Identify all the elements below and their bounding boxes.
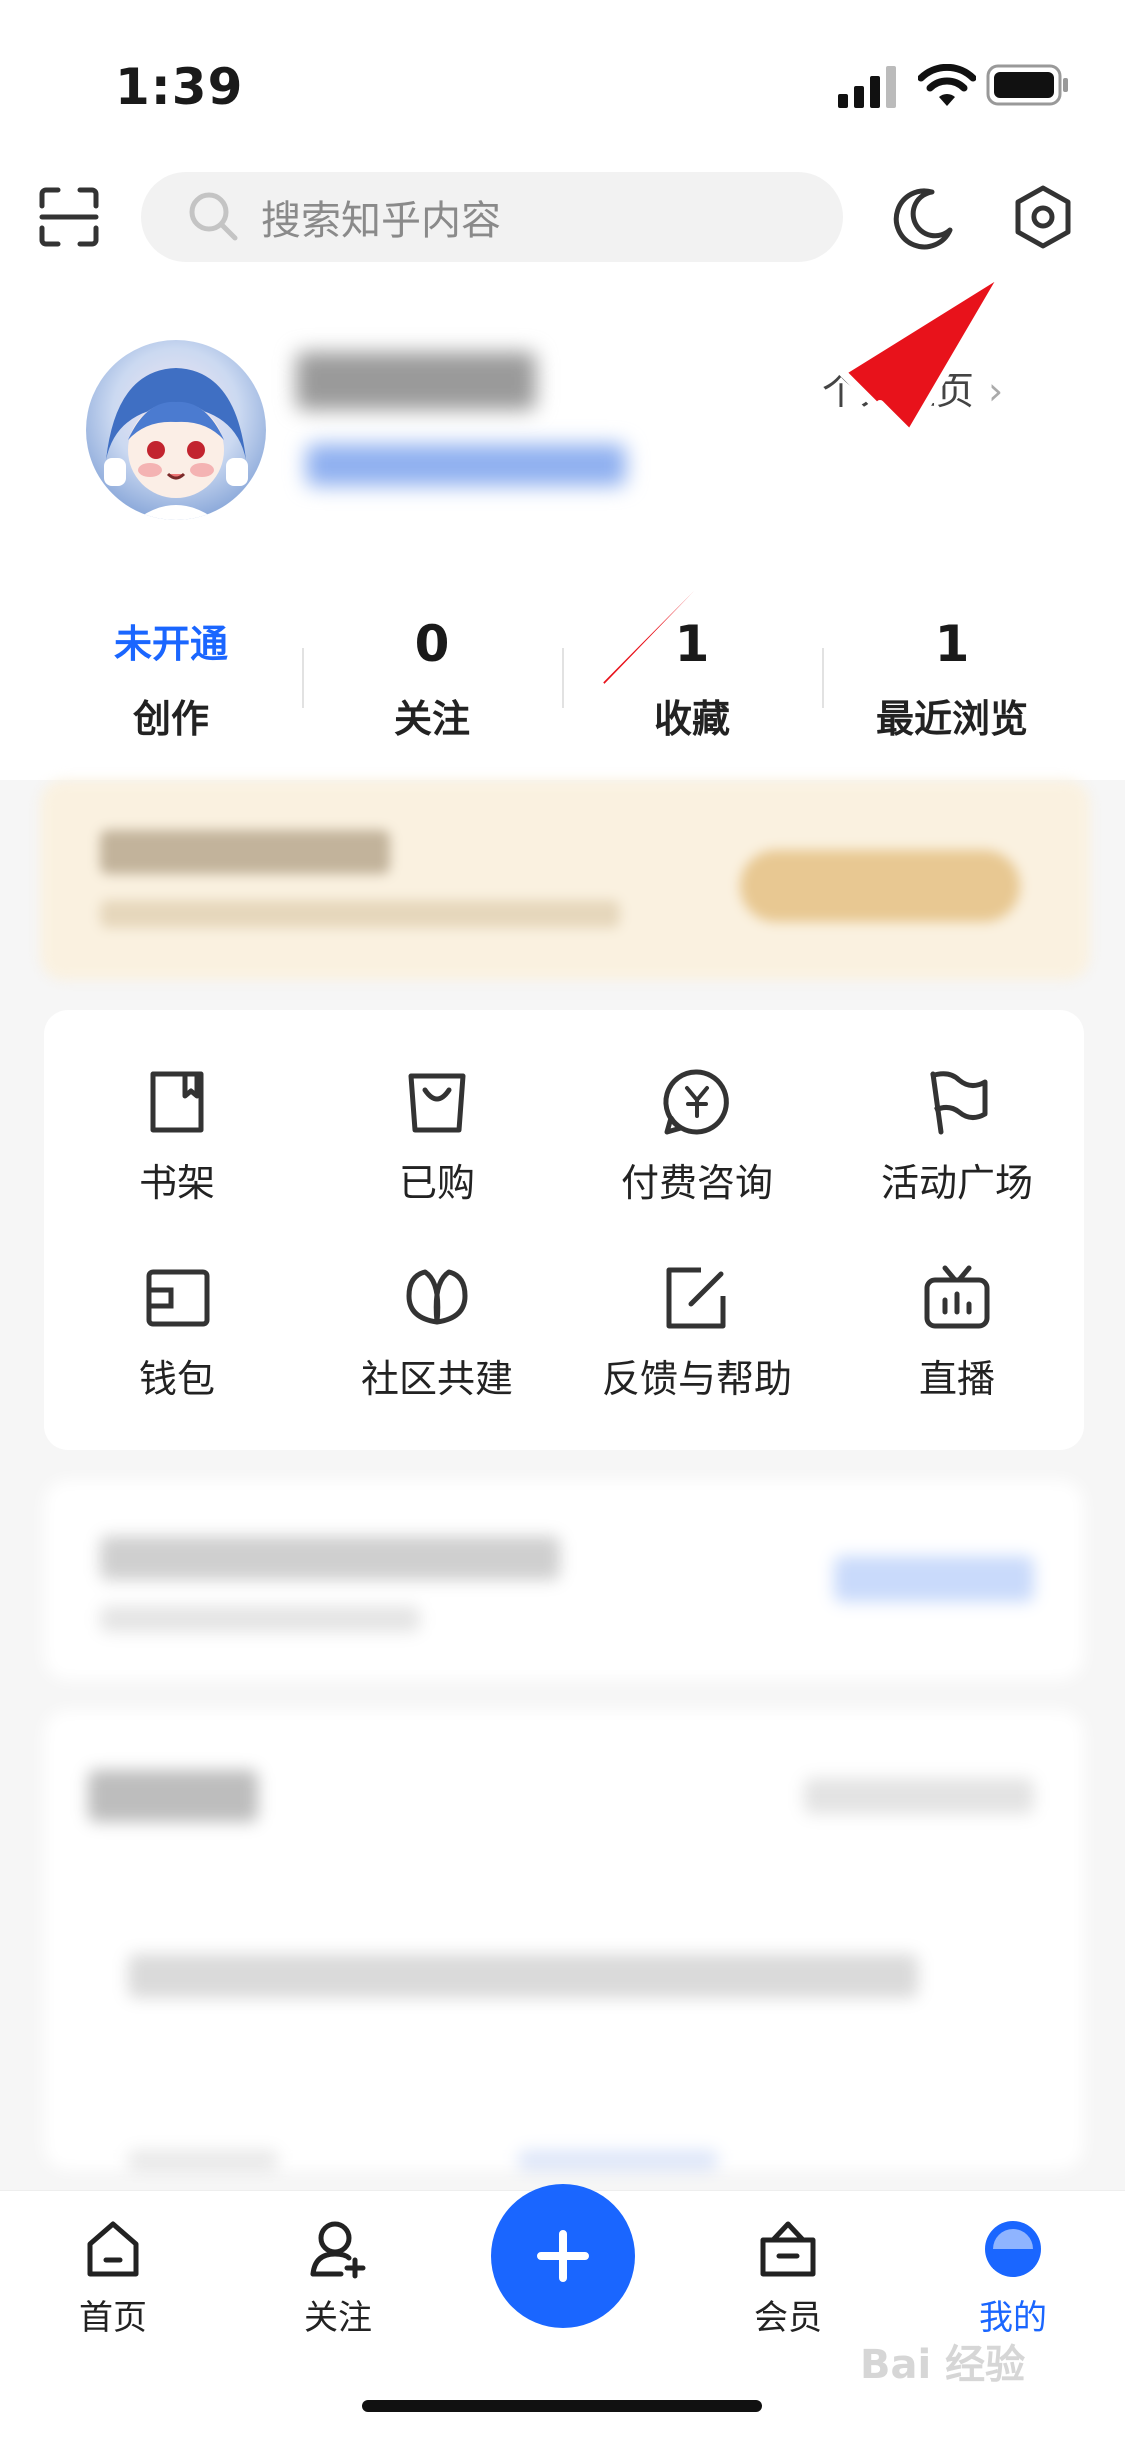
homepage-link-label: 个人主页 bbox=[822, 369, 975, 413]
search-input[interactable]: 搜索知乎内容 bbox=[141, 172, 843, 262]
night-mode-icon[interactable] bbox=[892, 186, 956, 250]
scan-icon[interactable] bbox=[38, 186, 100, 248]
grid-item-events[interactable]: 活动广场 bbox=[837, 1066, 1077, 1207]
grid-item-label: 社区共建 bbox=[360, 1357, 513, 1401]
blurred-card[interactable] bbox=[44, 1710, 1084, 2170]
stat-value: 未开通 bbox=[113, 622, 228, 666]
wifi-icon bbox=[918, 64, 976, 106]
grid-item-label: 付费咨询 bbox=[620, 1161, 773, 1205]
stat-favorites[interactable]: 1 收藏 bbox=[592, 612, 792, 743]
stat-value: 0 bbox=[414, 615, 450, 673]
grid-item-label: 直播 bbox=[918, 1357, 995, 1401]
nav-following[interactable]: 关注 bbox=[258, 2218, 418, 2339]
battery-icon bbox=[986, 64, 1068, 106]
grid-item-label: 已购 bbox=[398, 1161, 475, 1205]
wallet-icon bbox=[146, 1269, 210, 1327]
stat-value: 1 bbox=[934, 615, 970, 673]
status-time: 1:39 bbox=[115, 58, 244, 116]
tv-icon bbox=[924, 1265, 990, 1329]
avatar[interactable] bbox=[86, 340, 266, 520]
nav-label: 会员 bbox=[754, 2298, 822, 2338]
grid-item-live[interactable]: 直播 bbox=[837, 1262, 1077, 1403]
stat-creation[interactable]: 未开通 创作 bbox=[71, 612, 271, 743]
settings-icon[interactable] bbox=[1012, 184, 1074, 250]
book-icon bbox=[150, 1071, 204, 1133]
chevron-right-icon: › bbox=[988, 369, 1004, 413]
stat-following[interactable]: 0 关注 bbox=[332, 612, 532, 743]
divider bbox=[302, 648, 304, 708]
vip-icon bbox=[760, 2221, 816, 2277]
search-icon bbox=[189, 192, 238, 241]
stat-label: 收藏 bbox=[653, 697, 730, 741]
nav-home[interactable]: 首页 bbox=[33, 2218, 193, 2339]
stat-label: 最近浏览 bbox=[875, 697, 1028, 741]
stat-recent[interactable]: 1 最近浏览 bbox=[852, 612, 1052, 743]
signal-icon bbox=[838, 66, 896, 108]
divider bbox=[822, 648, 824, 708]
bag-icon bbox=[408, 1073, 466, 1133]
grid-item-label: 反馈与帮助 bbox=[601, 1357, 792, 1401]
username-blurred bbox=[296, 352, 536, 410]
leaf-icon bbox=[406, 1269, 468, 1325]
function-grid: 书架 已购 付费咨询 活动广场 钱包 社区共建 反馈与帮助 直播 bbox=[44, 1010, 1084, 1450]
grid-item-label: 书架 bbox=[138, 1161, 215, 1205]
flag-icon bbox=[930, 1071, 988, 1135]
watermark-text: Bai 经验 bbox=[860, 2342, 1026, 2388]
grid-item-wallet[interactable]: 钱包 bbox=[57, 1262, 297, 1403]
grid-item-label: 钱包 bbox=[138, 1357, 215, 1401]
grid-item-purchased[interactable]: 已购 bbox=[317, 1066, 557, 1207]
nav-vip[interactable]: 会员 bbox=[708, 2218, 868, 2339]
grid-item-label: 活动广场 bbox=[880, 1161, 1033, 1205]
grid-item-bookshelf[interactable]: 书架 bbox=[57, 1066, 297, 1207]
stat-label: 关注 bbox=[393, 697, 470, 741]
nav-label: 关注 bbox=[304, 2298, 372, 2338]
anime-avatar-image bbox=[104, 368, 248, 520]
home-indicator bbox=[362, 2400, 762, 2412]
search-placeholder: 搜索知乎内容 bbox=[261, 198, 501, 244]
grid-item-paid-consult[interactable]: 付费咨询 bbox=[577, 1066, 817, 1207]
me-icon bbox=[985, 2221, 1041, 2277]
homepage-link[interactable]: 个人主页 › bbox=[822, 360, 1003, 415]
home-icon bbox=[87, 2221, 139, 2277]
yen-chat-icon bbox=[663, 1069, 729, 1135]
edit-icon bbox=[666, 1267, 726, 1329]
blurred-card[interactable] bbox=[44, 1480, 1084, 1680]
divider bbox=[562, 648, 564, 708]
grid-item-community[interactable]: 社区共建 bbox=[317, 1262, 557, 1403]
user-subtitle-blurred bbox=[306, 444, 626, 486]
nav-label: 首页 bbox=[79, 2298, 147, 2338]
grid-item-feedback[interactable]: 反馈与帮助 bbox=[577, 1262, 817, 1403]
create-button[interactable] bbox=[491, 2184, 635, 2328]
stat-label: 创作 bbox=[132, 697, 209, 741]
follow-icon bbox=[310, 2221, 366, 2279]
promo-banner-blurred[interactable] bbox=[40, 780, 1090, 980]
plus-icon bbox=[537, 2230, 589, 2282]
stat-value: 1 bbox=[674, 615, 710, 673]
nav-me[interactable]: 我的 bbox=[933, 2218, 1093, 2339]
